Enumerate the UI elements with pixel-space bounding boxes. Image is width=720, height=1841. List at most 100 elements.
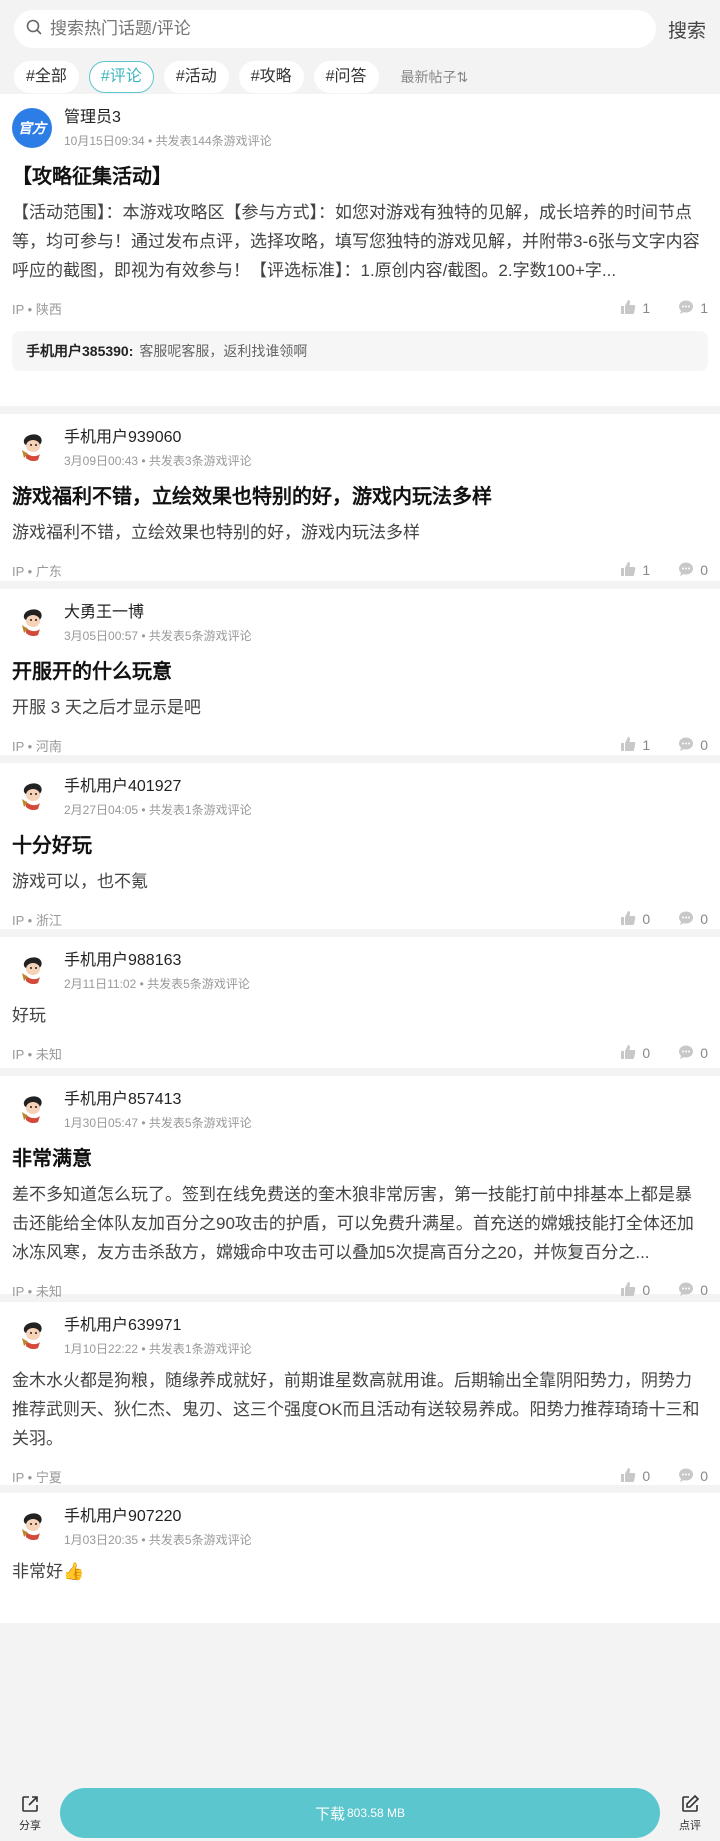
like-button[interactable]: 0 bbox=[620, 1467, 650, 1486]
avatar[interactable] bbox=[12, 428, 52, 468]
avatar[interactable] bbox=[12, 777, 52, 817]
post-body: 游戏福利不错，立绘效果也特别的好，游戏内玩法多样 bbox=[12, 523, 420, 542]
thumbs-up-icon bbox=[620, 910, 642, 929]
username[interactable]: 手机用户857413 bbox=[64, 1090, 252, 1110]
like-button[interactable]: 0 bbox=[620, 1044, 650, 1063]
post-body: 非常好👍 bbox=[12, 1562, 85, 1581]
reply-preview[interactable]: 手机用户385390: 客服呢客服，返利找谁领啊 bbox=[12, 331, 708, 371]
post-body: 开服 3 天之后才显示是吧 bbox=[12, 698, 201, 717]
ip-location: IP • 广东 bbox=[12, 563, 62, 579]
bottom-action-bar: 分享 下载 803.58 MB 点评 bbox=[0, 1785, 720, 1841]
comment-count: 0 bbox=[700, 911, 708, 927]
like-button[interactable]: 1 bbox=[620, 299, 650, 318]
avatar[interactable] bbox=[12, 951, 52, 991]
username[interactable]: 手机用户401927 bbox=[64, 777, 252, 797]
sort-label: 最新帖子 bbox=[400, 69, 457, 85]
cartoon-avatar-icon bbox=[12, 951, 52, 991]
ip-location: IP • 河南 bbox=[12, 738, 62, 754]
post-card[interactable]: 手机用户401927 2月27日04:05 • 共发表1条游戏评论 十分好玩 游… bbox=[0, 763, 720, 929]
search-row: 搜索 bbox=[14, 10, 706, 48]
reply-user: 手机用户385390: bbox=[26, 343, 134, 359]
cartoon-avatar-icon bbox=[12, 777, 52, 817]
search-icon bbox=[26, 19, 42, 40]
post-card[interactable]: 手机用户857413 1月30日05:47 • 共发表5条游戏评论 非常满意 差… bbox=[0, 1076, 720, 1299]
ip-location: IP • 陕西 bbox=[12, 301, 62, 317]
post-meta: 1月03日20:35 • 共发表5条游戏评论 bbox=[64, 1533, 252, 1547]
thumbs-up-icon bbox=[620, 1044, 642, 1063]
thumbs-up-icon bbox=[620, 736, 642, 755]
ip-location: IP • 未知 bbox=[12, 1283, 62, 1299]
avatar[interactable]: 官方 bbox=[12, 108, 52, 148]
edit-icon bbox=[680, 1794, 700, 1817]
username[interactable]: 手机用户939060 bbox=[64, 428, 252, 448]
sort-icon: ⇅ bbox=[456, 69, 469, 85]
comment-button[interactable]: 0 bbox=[678, 910, 708, 929]
username[interactable]: 手机用户639971 bbox=[64, 1316, 252, 1336]
like-button[interactable]: 0 bbox=[620, 1281, 650, 1300]
post-card[interactable]: 官方 管理员3 10月15日09:34 • 共发表144条游戏评论 【攻略征集活… bbox=[0, 94, 720, 406]
username[interactable]: 管理员3 bbox=[64, 108, 272, 128]
cartoon-avatar-icon bbox=[12, 428, 52, 468]
cartoon-avatar-icon bbox=[12, 1090, 52, 1130]
review-button[interactable]: 点评 bbox=[670, 1794, 710, 1833]
search-button[interactable]: 搜索 bbox=[668, 16, 706, 43]
like-button[interactable]: 1 bbox=[620, 561, 650, 580]
search-box[interactable] bbox=[14, 10, 656, 48]
post-card[interactable]: 手机用户988163 2月11日11:02 • 共发表5条游戏评论 好玩 IP … bbox=[0, 937, 720, 1068]
post-card[interactable]: 大勇王一博 3月05日00:57 • 共发表5条游戏评论 开服开的什么玩意 开服… bbox=[0, 589, 720, 755]
download-label: 下载 bbox=[314, 1805, 345, 1823]
comment-button[interactable]: 0 bbox=[678, 1467, 708, 1486]
post-meta: 3月05日00:57 • 共发表5条游戏评论 bbox=[64, 629, 252, 643]
post-card[interactable]: 手机用户907220 1月03日20:35 • 共发表5条游戏评论 非常好👍 bbox=[0, 1493, 720, 1623]
post-meta: 10月15日09:34 • 共发表144条游戏评论 bbox=[64, 134, 272, 148]
comment-count: 0 bbox=[700, 1468, 708, 1484]
comment-button[interactable]: 0 bbox=[678, 561, 708, 580]
tag-guide[interactable]: #攻略 bbox=[238, 61, 304, 93]
comment-button[interactable]: 0 bbox=[678, 1044, 708, 1063]
comment-icon bbox=[678, 1281, 700, 1300]
post-card[interactable]: 手机用户639971 1月10日22:22 • 共发表1条游戏评论 金木水火都是… bbox=[0, 1302, 720, 1485]
download-button[interactable]: 下载 803.58 MB bbox=[60, 1788, 660, 1838]
tag-qa[interactable]: #问答 bbox=[313, 61, 379, 93]
avatar[interactable] bbox=[12, 603, 52, 643]
review-label: 点评 bbox=[679, 1819, 701, 1832]
avatar[interactable] bbox=[12, 1090, 52, 1130]
username[interactable]: 手机用户907220 bbox=[64, 1507, 252, 1527]
ip-location: IP • 浙江 bbox=[12, 912, 62, 928]
username[interactable]: 手机用户988163 bbox=[64, 951, 250, 971]
share-button[interactable]: 分享 bbox=[10, 1794, 50, 1833]
like-count: 0 bbox=[642, 1282, 651, 1298]
post-meta: 1月30日05:47 • 共发表5条游戏评论 bbox=[64, 1116, 252, 1130]
avatar[interactable] bbox=[12, 1507, 52, 1547]
username[interactable]: 大勇王一博 bbox=[64, 603, 252, 623]
comment-button[interactable]: 0 bbox=[678, 1281, 708, 1300]
like-button[interactable]: 1 bbox=[620, 736, 650, 755]
search-input[interactable] bbox=[48, 18, 612, 40]
share-icon bbox=[20, 1794, 40, 1817]
post-card[interactable]: 手机用户939060 3月09日00:43 • 共发表3条游戏评论 游戏福利不错… bbox=[0, 414, 720, 581]
tag-review[interactable]: #评论 bbox=[88, 61, 154, 93]
like-count: 1 bbox=[642, 300, 651, 316]
sort-dropdown[interactable]: 最新帖子⇅ bbox=[401, 67, 469, 87]
tag-activity[interactable]: #活动 bbox=[163, 61, 229, 93]
post-meta: 2月11日11:02 • 共发表5条游戏评论 bbox=[64, 977, 250, 991]
comment-count: 1 bbox=[700, 300, 708, 316]
thumbs-up-icon bbox=[620, 299, 642, 318]
comment-icon bbox=[678, 910, 700, 929]
comment-button[interactable]: 0 bbox=[678, 736, 708, 755]
post-body: 游戏可以，也不氪 bbox=[12, 872, 148, 891]
post-title: 非常满意 bbox=[12, 1148, 92, 1170]
cartoon-avatar-icon bbox=[12, 603, 52, 643]
tag-filter-bar: #全部 #评论 #活动 #攻略 #问答 最新帖子⇅ bbox=[14, 61, 706, 93]
post-title: 【攻略征集活动】 bbox=[12, 166, 172, 188]
cartoon-avatar-icon bbox=[12, 1316, 52, 1356]
post-meta: 2月27日04:05 • 共发表1条游戏评论 bbox=[64, 803, 252, 817]
like-button[interactable]: 0 bbox=[620, 910, 650, 929]
comment-count: 0 bbox=[700, 562, 708, 578]
top-bar: 搜索 #全部 #评论 #活动 #攻略 #问答 最新帖子⇅ bbox=[0, 0, 720, 94]
comment-icon bbox=[678, 561, 700, 580]
comment-button[interactable]: 1 bbox=[678, 299, 708, 318]
tag-all[interactable]: #全部 bbox=[14, 61, 79, 93]
comment-count: 0 bbox=[700, 1282, 708, 1298]
avatar[interactable] bbox=[12, 1316, 52, 1356]
